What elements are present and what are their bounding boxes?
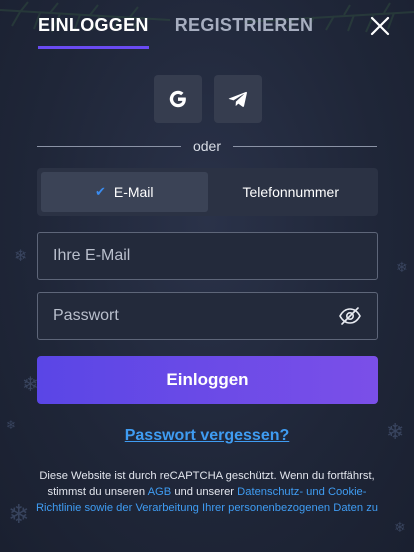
snowflake-decoration: ❄	[394, 520, 406, 536]
divider-label: oder	[192, 138, 222, 154]
eye-hidden-icon[interactable]	[338, 304, 362, 328]
legal-notice: Diese Website ist durch reCAPTCHA geschü…	[30, 468, 384, 516]
check-icon: ✔	[94, 184, 106, 199]
snowflake-decoration: ❄	[14, 246, 28, 265]
password-field[interactable]	[53, 307, 338, 325]
close-button[interactable]	[368, 14, 392, 38]
switch-option-phone-label: Telefonnummer	[242, 184, 340, 200]
snowflake-decoration: ❄	[8, 500, 30, 530]
login-method-switch: ✔ E-Mail Telefonnummer	[37, 168, 378, 216]
close-icon	[370, 16, 390, 36]
google-icon	[169, 90, 186, 108]
snowflake-decoration: ❄	[396, 260, 408, 276]
legal-text-2: und unserer	[171, 486, 238, 498]
divider: oder	[37, 138, 377, 154]
forgot-password-link[interactable]: Passwort vergessen?	[0, 427, 414, 445]
social-login-group	[154, 75, 262, 123]
password-field-wrapper	[37, 292, 378, 340]
terms-link[interactable]: AGB	[148, 486, 172, 498]
telegram-login-button[interactable]	[214, 75, 262, 123]
auth-tabs: EINLOGGEN REGISTRIEREN	[38, 15, 313, 49]
switch-option-phone[interactable]: Telefonnummer	[208, 172, 375, 212]
telegram-icon	[228, 91, 247, 107]
email-field[interactable]	[53, 247, 362, 265]
divider-line-left	[37, 145, 181, 147]
tab-register[interactable]: REGISTRIEREN	[175, 15, 314, 49]
email-field-wrapper	[37, 232, 378, 280]
tab-login[interactable]: EINLOGGEN	[38, 15, 149, 49]
divider-line-right	[233, 145, 377, 147]
switch-option-email[interactable]: ✔ E-Mail	[41, 172, 208, 212]
google-login-button[interactable]	[154, 75, 202, 123]
login-submit-button[interactable]: Einloggen	[37, 356, 378, 404]
switch-option-email-label: E-Mail	[113, 184, 154, 200]
